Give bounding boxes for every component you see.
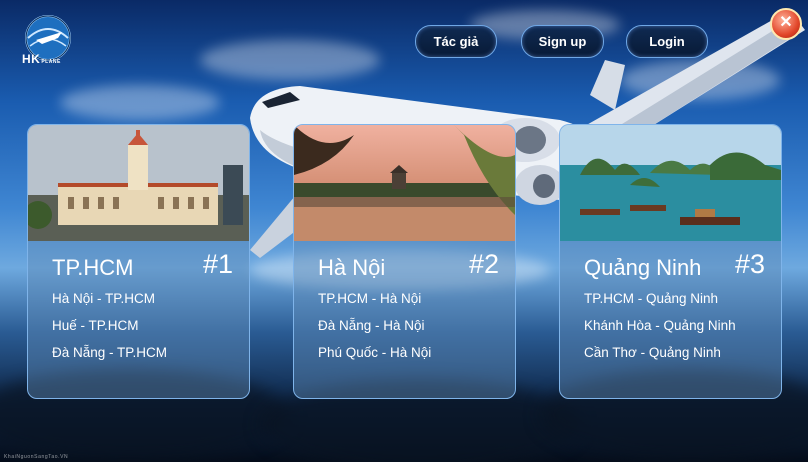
footer-watermark: KhaiNguonSangTao.VN bbox=[4, 454, 69, 460]
card-city-title: Quảng Ninh bbox=[584, 255, 702, 280]
card-rank: #1 bbox=[202, 249, 233, 279]
signup-button[interactable]: Sign up bbox=[521, 25, 604, 58]
route-item[interactable]: Cần Thơ - Quảng Ninh bbox=[584, 345, 721, 360]
route-item[interactable]: Huế - TP.HCM bbox=[52, 318, 139, 333]
close-icon: ✕ bbox=[779, 14, 793, 31]
route-item[interactable]: TP.HCM - Quảng Ninh bbox=[584, 291, 718, 306]
author-button[interactable]: Tác giả bbox=[415, 25, 497, 58]
route-item[interactable]: Đà Nẵng - TP.HCM bbox=[52, 345, 167, 360]
card-rank: #2 bbox=[468, 249, 499, 279]
card-city-title: Hà Nội bbox=[318, 255, 386, 280]
route-item[interactable]: Phú Quốc - Hà Nội bbox=[318, 345, 431, 360]
route-item[interactable]: Đà Nẵng - Hà Nội bbox=[318, 318, 425, 333]
ha-long-bay-photo bbox=[560, 125, 781, 241]
logo-brand: HK bbox=[22, 52, 41, 66]
destination-card-tphcm[interactable]: TP.HCM #1 Hà Nội - TP.HCM Huế - TP.HCM Đ… bbox=[27, 124, 250, 399]
app-window: HKPLANE Tác giả Sign up Login ✕ TP.HCM #… bbox=[0, 0, 808, 462]
destination-card-quangninh[interactable]: Quảng Ninh #3 TP.HCM - Quảng Ninh Khánh … bbox=[559, 124, 782, 399]
card-city-title: TP.HCM bbox=[52, 255, 134, 280]
logo-text: HKPLANE bbox=[22, 52, 61, 66]
destination-card-hanoi[interactable]: Hà Nội #2 TP.HCM - Hà Nội Đà Nẵng - Hà N… bbox=[293, 124, 516, 399]
hanoi-lake-photo bbox=[294, 125, 515, 241]
tphcm-city-hall-photo bbox=[28, 125, 249, 241]
route-item[interactable]: TP.HCM - Hà Nội bbox=[318, 291, 421, 306]
login-button[interactable]: Login bbox=[626, 25, 708, 58]
card-rank: #3 bbox=[734, 249, 765, 279]
route-item[interactable]: Hà Nội - TP.HCM bbox=[52, 291, 155, 306]
logo-sub: PLANE bbox=[41, 59, 61, 65]
close-button[interactable]: ✕ bbox=[770, 8, 802, 40]
route-item[interactable]: Khánh Hòa - Quảng Ninh bbox=[584, 318, 736, 333]
